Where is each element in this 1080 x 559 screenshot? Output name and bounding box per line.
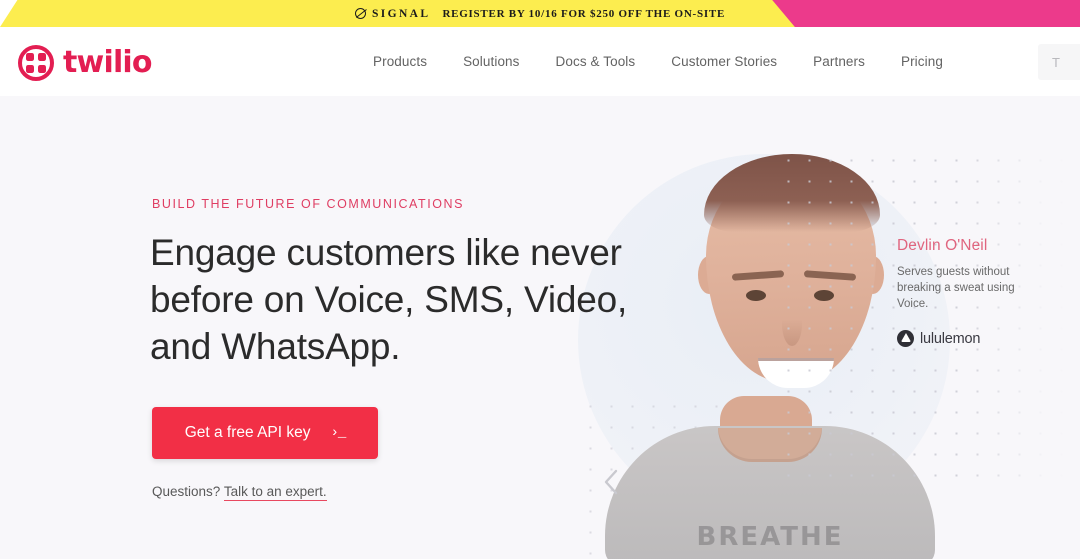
hero-section: BREATHE BUILD THE FUTURE OF COMMUNICATIO… xyxy=(0,96,1080,559)
logo-dot-bottom-left xyxy=(26,64,35,73)
lululemon-logo-icon xyxy=(897,330,914,347)
nav-item-partners[interactable]: Partners xyxy=(795,46,883,77)
testimonial-card: Devlin O'Neil Serves guests without brea… xyxy=(897,237,1057,347)
testimonial-name: Devlin O'Neil xyxy=(897,237,988,254)
shirt-print-text: BREATHE xyxy=(696,522,844,552)
site-header: twilio Products Solutions Docs & Tools C… xyxy=(0,27,1080,96)
logo-dot-top-left xyxy=(26,53,35,62)
twilio-logo-link[interactable]: twilio xyxy=(18,45,153,81)
questions-line: Questions? Talk to an expert. xyxy=(152,484,327,501)
logo-dot-bottom-right xyxy=(37,64,46,73)
main-nav: Products Solutions Docs & Tools Customer… xyxy=(355,27,961,96)
nav-item-solutions[interactable]: Solutions xyxy=(445,46,537,77)
header-search-value: T xyxy=(1052,54,1060,70)
promo-yellow-shape xyxy=(0,0,830,27)
nav-item-products[interactable]: Products xyxy=(355,46,445,77)
chevron-left-icon xyxy=(604,469,618,495)
terminal-prompt-icon: ›_ xyxy=(330,425,346,441)
hero-eyebrow: BUILD THE FUTURE OF COMMUNICATIONS xyxy=(152,197,464,211)
nav-item-pricing[interactable]: Pricing xyxy=(883,46,961,77)
logo-dot-top-right xyxy=(37,53,46,62)
person-eye-left xyxy=(746,290,766,301)
twilio-logo-icon xyxy=(18,45,54,81)
get-free-api-key-button[interactable]: Get a free API key ›_ xyxy=(152,407,378,459)
page-root: SIGNAL REGISTER BY 10/16 FOR $250 OFF TH… xyxy=(0,0,1080,559)
hero-headline: Engage customers like never before on Vo… xyxy=(150,232,628,367)
logo-wordmark: twilio xyxy=(63,45,153,80)
cta-label: Get a free API key xyxy=(184,424,311,441)
nav-item-customer-stories[interactable]: Customer Stories xyxy=(653,46,795,77)
testimonial-brand-name: lululemon xyxy=(920,330,981,347)
promo-banner[interactable]: SIGNAL REGISTER BY 10/16 FOR $250 OFF TH… xyxy=(0,0,1080,27)
testimonial-brand: lululemon xyxy=(897,330,1057,347)
testimonial-quote: Serves guests without breaking a sweat u… xyxy=(897,266,1015,310)
talk-to-an-expert-link[interactable]: Talk to an expert. xyxy=(223,484,327,501)
header-search-field[interactable]: T xyxy=(1038,44,1080,80)
nav-item-docs-and-tools[interactable]: Docs & Tools xyxy=(538,46,654,77)
carousel-prev-button[interactable] xyxy=(596,467,626,497)
questions-prefix: Questions? xyxy=(152,484,224,499)
